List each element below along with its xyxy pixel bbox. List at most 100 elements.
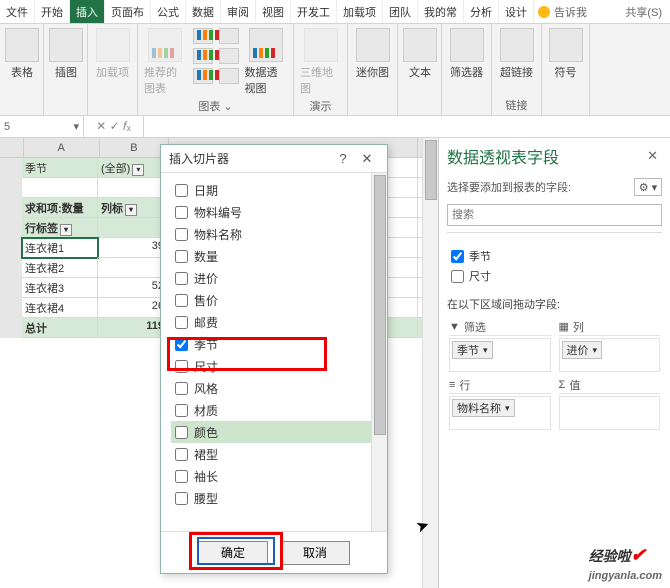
illustrations-button[interactable]: 插图 xyxy=(50,28,82,80)
rows-area[interactable]: 物料名称▾ xyxy=(449,396,551,430)
settings-gear-icon[interactable]: ⚙ ▾ xyxy=(634,178,662,196)
slicer-field-checkbox[interactable] xyxy=(175,492,188,505)
slicer-field-checkbox[interactable] xyxy=(175,426,188,439)
slicer-field-checkbox[interactable] xyxy=(175,404,188,417)
field-item[interactable]: 尺寸 xyxy=(447,266,662,286)
slicer-field-item[interactable]: 材质 xyxy=(171,399,377,421)
text-button[interactable]: 文本 xyxy=(404,28,436,80)
tab-review[interactable]: 审阅 xyxy=(221,0,256,23)
values-area[interactable] xyxy=(559,396,661,430)
ok-button[interactable]: 确定 xyxy=(198,541,268,565)
slicer-field-item[interactable]: 进价 xyxy=(171,267,377,289)
dialog-close-icon[interactable]: ✕ xyxy=(355,151,379,167)
field-pill[interactable]: 进价▾ xyxy=(562,341,603,359)
pivot-value-cell[interactable]: 26 xyxy=(98,298,168,318)
slicer-field-checkbox[interactable] xyxy=(175,470,188,483)
tab-home[interactable]: 开始 xyxy=(35,0,70,23)
tab-insert[interactable]: 插入 xyxy=(70,0,105,23)
tab-view[interactable]: 视图 xyxy=(256,0,291,23)
dialog-scrollbar[interactable] xyxy=(371,173,387,531)
tab-addins[interactable]: 加载项 xyxy=(337,0,383,23)
slicer-field-item[interactable]: 裙型 xyxy=(171,443,377,465)
tab-design[interactable]: 设计 xyxy=(499,0,534,23)
pivot-row-cell[interactable]: 连衣裙4 xyxy=(22,298,98,318)
col-header-a[interactable]: A xyxy=(24,138,100,157)
field-checkbox[interactable] xyxy=(451,270,464,283)
tab-custom[interactable]: 我的常 xyxy=(418,0,464,23)
tab-page-layout[interactable]: 页面布 xyxy=(105,0,151,23)
slicer-field-checkbox[interactable] xyxy=(175,360,188,373)
3d-map-button[interactable]: 三维地图 xyxy=(300,28,341,96)
dropdown-icon[interactable]: ▾ xyxy=(125,204,137,216)
field-pill[interactable]: 季节▾ xyxy=(452,341,493,359)
cancel-button[interactable]: 取消 xyxy=(280,541,350,565)
scroll-thumb[interactable] xyxy=(425,140,437,200)
pivot-row-label[interactable]: 行标签▾ xyxy=(22,218,98,238)
selected-cell[interactable]: 连衣裙1 xyxy=(22,238,98,258)
chart-icon[interactable] xyxy=(219,28,239,44)
field-pill[interactable]: 物料名称▾ xyxy=(452,399,515,417)
tab-developer[interactable]: 开发工 xyxy=(291,0,337,23)
pivot-filter-label[interactable]: 季节 xyxy=(22,158,98,178)
tab-file[interactable]: 文件 xyxy=(0,0,35,23)
slicer-field-item[interactable]: 腰型 xyxy=(171,487,377,509)
tab-formulas[interactable]: 公式 xyxy=(151,0,186,23)
formula-input[interactable] xyxy=(144,116,670,137)
slicer-field-checkbox[interactable] xyxy=(175,448,188,461)
slicer-field-checkbox[interactable] xyxy=(175,316,188,329)
slicer-field-item[interactable]: 邮费 xyxy=(171,311,377,333)
pivot-value-cell[interactable]: 52 xyxy=(98,278,168,298)
tab-data[interactable]: 数据 xyxy=(186,0,221,23)
tell-me[interactable]: 告诉我 xyxy=(538,0,587,23)
tab-analyze[interactable]: 分析 xyxy=(464,0,499,23)
dropdown-icon[interactable]: ▾ xyxy=(132,164,144,176)
slicer-field-checkbox[interactable] xyxy=(175,228,188,241)
slicer-field-item[interactable]: 季节 xyxy=(171,333,377,355)
pivot-chart-button[interactable]: 数据透视图 xyxy=(245,28,288,96)
fx-icon[interactable]: ✕ ✓ 𝑓ₓ xyxy=(84,116,144,137)
slicer-field-item[interactable]: 售价 xyxy=(171,289,377,311)
sparkline-button[interactable]: 迷你图 xyxy=(354,28,391,80)
chart-icon[interactable] xyxy=(193,48,213,64)
tab-team[interactable]: 团队 xyxy=(383,0,418,23)
field-item[interactable]: 季节 xyxy=(447,246,662,266)
columns-area[interactable]: 进价▾ xyxy=(559,338,661,372)
select-all-corner[interactable] xyxy=(0,138,24,157)
slicer-field-checkbox[interactable] xyxy=(175,272,188,285)
rec-charts-button[interactable]: 推荐的图表 xyxy=(144,28,187,96)
slicer-field-checkbox[interactable] xyxy=(175,294,188,307)
slicer-field-item[interactable]: 袖长 xyxy=(171,465,377,487)
share-button[interactable]: 共享(S) xyxy=(617,0,670,23)
pivot-col-label[interactable]: 列标▾ xyxy=(98,198,168,218)
symbol-button[interactable]: 符号 xyxy=(548,28,583,80)
chart-icon[interactable] xyxy=(219,48,239,64)
addins-button[interactable]: 加载项 xyxy=(94,28,131,80)
field-pane-close-icon[interactable]: ✕ xyxy=(643,148,662,164)
slicer-field-checkbox[interactable] xyxy=(175,250,188,263)
pivot-values-label[interactable]: 求和项:数量 xyxy=(22,198,98,218)
slicer-field-item[interactable]: 尺寸 xyxy=(171,355,377,377)
slicer-field-item[interactable]: 物料编号 xyxy=(171,201,377,223)
col-header-b[interactable]: B xyxy=(100,138,170,157)
tables-button[interactable]: 表格 xyxy=(6,28,38,80)
dropdown-icon[interactable]: ▾ xyxy=(60,224,72,236)
pivot-total-label[interactable]: 总计 xyxy=(22,318,98,338)
slicer-field-item[interactable]: 颜色 xyxy=(171,421,377,443)
pivot-row-cell[interactable]: 连衣裙3 xyxy=(22,278,98,298)
slicer-field-item[interactable]: 风格 xyxy=(171,377,377,399)
slicer-button[interactable]: 筛选器 xyxy=(448,28,485,80)
scroll-thumb[interactable] xyxy=(374,175,386,435)
pivot-total-value[interactable]: 119 xyxy=(98,318,168,338)
filter-area[interactable]: 季节▾ xyxy=(449,338,551,372)
slicer-field-checkbox[interactable] xyxy=(175,206,188,219)
hyperlink-button[interactable]: 超链接 xyxy=(498,28,535,80)
pivot-row-cell[interactable]: 连衣裙2 xyxy=(22,258,98,278)
pivot-value-cell[interactable] xyxy=(98,258,168,278)
field-search-input[interactable] xyxy=(447,204,662,226)
slicer-field-checkbox[interactable] xyxy=(175,382,188,395)
slicer-field-item[interactable]: 物料名称 xyxy=(171,223,377,245)
chart-icon[interactable] xyxy=(193,28,213,44)
slicer-field-checkbox[interactable] xyxy=(175,338,188,351)
slicer-field-checkbox[interactable] xyxy=(175,184,188,197)
chart-icon[interactable] xyxy=(193,68,213,84)
